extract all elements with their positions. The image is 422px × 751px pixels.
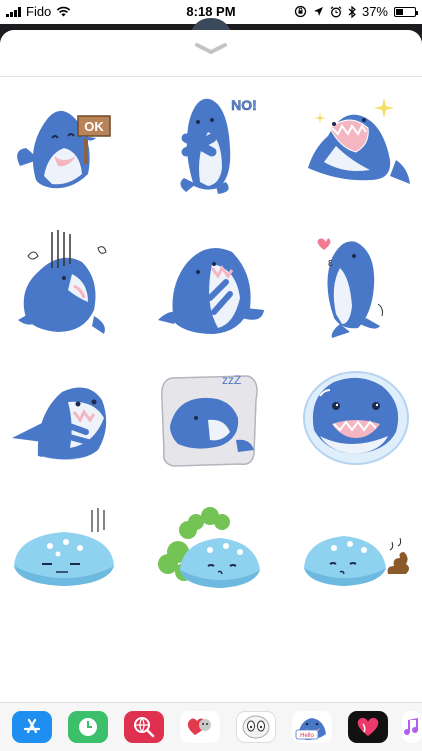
heart-app-icon[interactable]	[348, 711, 388, 743]
sticker-shark-sparkle-lying[interactable]	[300, 88, 410, 198]
sticker-shark-sleep-pillow[interactable]: zzZ	[156, 360, 266, 470]
ok-sign-text: OK	[84, 119, 104, 134]
sticker-whale-poop[interactable]	[300, 502, 410, 612]
heart-sticker-app-icon[interactable]	[180, 711, 220, 743]
sticker-shark-bubble[interactable]	[300, 360, 410, 470]
location-arrow-icon	[313, 7, 323, 16]
sticker-whale-fart[interactable]	[156, 502, 266, 612]
app-store-icon[interactable]	[12, 711, 52, 743]
bluetooth-icon	[348, 5, 356, 18]
sticker-shark-gloom[interactable]	[8, 228, 118, 338]
sticker-whale-annoyed[interactable]	[8, 502, 118, 612]
sticker-drawer: OK NO! ε zzZ	[0, 30, 422, 702]
app-tray: Hello	[0, 702, 422, 751]
face-sticker-app-icon[interactable]	[236, 711, 276, 743]
battery-icon	[394, 6, 418, 17]
chevron-down-icon[interactable]	[194, 42, 228, 56]
sticker-shark-ok-sign[interactable]: OK	[8, 88, 118, 198]
shark-app-label: Hello	[300, 733, 314, 739]
sticker-shark-no[interactable]: NO!	[156, 88, 266, 198]
sticker-shark-love-side[interactable]: ε	[300, 228, 410, 338]
sticker-shark-shy[interactable]	[156, 228, 266, 338]
drawer-divider	[0, 76, 422, 77]
svg-text:ε: ε	[328, 257, 333, 269]
shark-sticker-app-icon[interactable]: Hello	[292, 711, 332, 743]
music-icon[interactable]	[402, 711, 422, 743]
orientation-lock-icon	[294, 5, 307, 18]
no-text: NO!	[231, 97, 257, 113]
sticker-shark-peek[interactable]	[8, 360, 118, 470]
sleep-zzz-text: zzZ	[222, 373, 241, 387]
web-search-icon[interactable]	[124, 711, 164, 743]
activity-clock-icon[interactable]	[68, 711, 108, 743]
alarm-clock-icon	[330, 5, 342, 17]
battery-percent: 37%	[361, 4, 388, 19]
